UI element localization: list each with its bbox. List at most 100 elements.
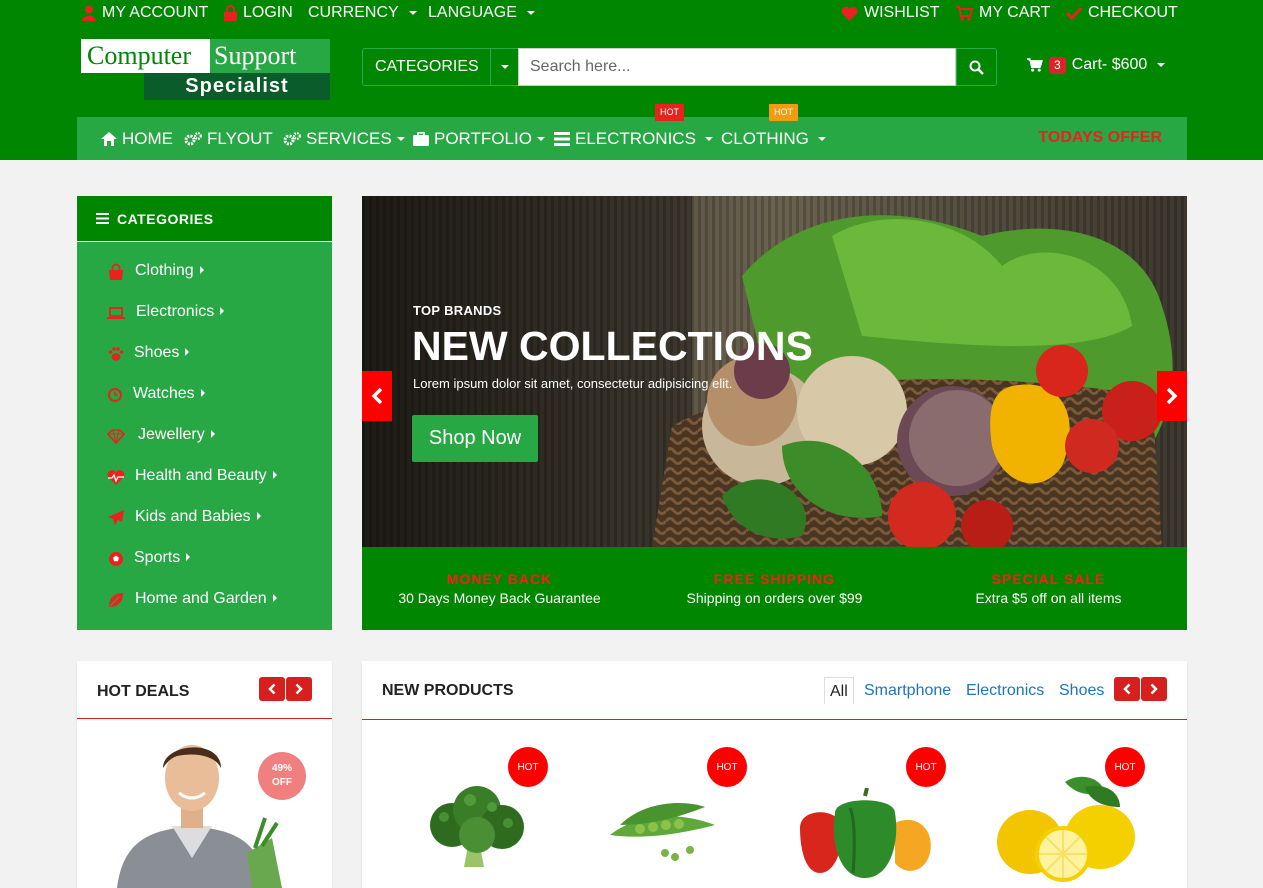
- my-cart-link[interactable]: MY CART: [956, 4, 1050, 22]
- slider-prev-button[interactable]: [362, 371, 392, 421]
- product-image-lemons[interactable]: [995, 772, 1140, 882]
- category-electronics[interactable]: Electronics: [77, 292, 332, 333]
- category-kids-and-babies[interactable]: Kids and Babies: [77, 497, 332, 538]
- hot-badge: HOT: [906, 747, 946, 787]
- caret-down-icon: [1157, 63, 1166, 67]
- cart-total: Cart- $600: [1071, 56, 1148, 73]
- list-icon: [96, 213, 109, 224]
- logo-word-specialist: Specialist: [144, 73, 330, 100]
- product-image-green-peas[interactable]: [605, 795, 720, 865]
- category-shoes[interactable]: Shoes: [77, 333, 332, 374]
- main-nav: HOME FLYOUT SERVICES PORTFOLIO ELECTRONI…: [77, 117, 1187, 160]
- cart-icon: [1027, 58, 1043, 72]
- divider: [77, 718, 332, 719]
- feature-money-back: MONEY BACK 30 Days Money Back Guarantee: [398, 571, 601, 606]
- caret-down-icon: [526, 11, 535, 15]
- site-logo[interactable]: Computer Support Specialist: [81, 39, 330, 101]
- product-image-broccoli[interactable]: [422, 785, 530, 870]
- vegetable-basket-image: [362, 196, 1187, 547]
- language-dropdown[interactable]: LANGUAGE: [428, 4, 535, 22]
- divider: [362, 719, 1187, 720]
- paw-icon: [108, 347, 124, 361]
- caret-down-icon: [408, 11, 417, 15]
- caret-down-icon: [536, 136, 545, 141]
- caret-right-icon: [199, 266, 204, 274]
- logo-word-computer: Computer: [81, 39, 208, 73]
- hero-subtitle: Lorem ipsum dolor sit amet, consectetur …: [413, 376, 733, 391]
- tab-shoes[interactable]: Shoes: [1059, 677, 1104, 704]
- category-dropdown-toggle[interactable]: [490, 49, 518, 85]
- category-home-and-garden[interactable]: Home and Garden: [77, 579, 332, 620]
- hot-deals-prev-button[interactable]: [259, 677, 285, 701]
- logo-word-support: Support: [208, 39, 330, 73]
- nav-item-services[interactable]: SERVICES: [283, 117, 405, 160]
- nav-item-flyout[interactable]: FLYOUT: [184, 117, 273, 160]
- caret-down-icon: [396, 136, 405, 141]
- caret-down-icon: [500, 65, 509, 69]
- hot-deals-next-button[interactable]: [286, 677, 312, 701]
- header-cart[interactable]: 3 Cart- $600: [1027, 56, 1166, 74]
- discount-badge: 49% OFF: [258, 752, 306, 800]
- category-watches[interactable]: Watches: [77, 374, 332, 415]
- nav-item-home[interactable]: HOME: [101, 117, 173, 160]
- hot-deals-title: HOT DEALS: [97, 683, 190, 700]
- chevron-left-icon: [268, 683, 276, 695]
- category-sports[interactable]: Sports: [77, 538, 332, 579]
- product-image-bell-peppers[interactable]: [795, 788, 935, 878]
- nav-item-electronics[interactable]: ELECTRONICS: [554, 117, 713, 160]
- feature-free-shipping: FREE SHIPPING Shipping on orders over $9…: [686, 571, 863, 606]
- search-button[interactable]: [956, 48, 997, 86]
- hot-badge: HOT: [508, 747, 548, 787]
- chevron-right-icon: [1166, 387, 1178, 405]
- caret-right-icon: [220, 307, 225, 315]
- category-jewellery[interactable]: Jewellery: [77, 415, 332, 456]
- nav-item-portfolio[interactable]: PORTFOLIO: [413, 117, 545, 160]
- new-products-title: NEW PRODUCTS: [382, 682, 514, 699]
- tab-all[interactable]: All: [824, 677, 854, 704]
- bag-icon: [109, 263, 123, 280]
- currency-dropdown[interactable]: CURRENCY: [308, 4, 417, 22]
- caret-right-icon: [272, 594, 277, 602]
- soccer-ball-icon: [109, 552, 123, 566]
- gears-icon: [283, 131, 301, 145]
- new-products-prev-button[interactable]: [1114, 677, 1140, 701]
- caret-right-icon: [186, 553, 191, 561]
- briefcase-icon: [413, 131, 429, 146]
- heart-icon: [841, 6, 858, 21]
- diamond-icon: [107, 429, 125, 445]
- caret-down-icon: [704, 136, 713, 141]
- caret-right-icon: [185, 348, 190, 356]
- chevron-right-icon: [295, 683, 303, 695]
- tab-smartphone[interactable]: Smartphone: [864, 677, 951, 704]
- my-account-link[interactable]: MY ACCOUNT: [82, 4, 208, 22]
- lock-icon: [224, 5, 237, 21]
- heartbeat-icon: [107, 470, 125, 485]
- shop-now-button[interactable]: Shop Now: [412, 415, 538, 462]
- search-input[interactable]: [518, 48, 956, 86]
- hot-badge: HOT: [769, 104, 798, 121]
- caret-right-icon: [210, 430, 215, 438]
- clock-icon: [108, 388, 122, 402]
- home-icon: [101, 131, 117, 146]
- wishlist-link[interactable]: WISHLIST: [841, 4, 940, 22]
- todays-offer-link[interactable]: TODAYS OFFER: [1038, 129, 1162, 147]
- categories-sidebar: CATEGORIES Clothing Electronics Shoes Wa…: [77, 196, 332, 630]
- nav-item-clothing[interactable]: CLOTHING: [721, 117, 826, 160]
- checkout-link[interactable]: CHECKOUT: [1066, 4, 1178, 22]
- category-clothing[interactable]: Clothing: [77, 251, 332, 292]
- slider-next-button[interactable]: [1157, 371, 1187, 421]
- paper-plane-icon: [108, 510, 124, 525]
- chevron-left-icon: [1123, 683, 1131, 695]
- check-icon: [1066, 6, 1082, 20]
- cart-count-badge: 3: [1049, 56, 1066, 74]
- hero-slider[interactable]: TOP BRANDS NEW COLLECTIONS Lorem ipsum d…: [362, 196, 1187, 547]
- caret-right-icon: [256, 512, 261, 520]
- hero-title: NEW COLLECTIONS: [412, 323, 813, 369]
- tab-electronics[interactable]: Electronics: [966, 677, 1044, 704]
- hero-kicker: TOP BRANDS: [413, 303, 502, 318]
- new-products-next-button[interactable]: [1141, 677, 1167, 701]
- search-category-select[interactable]: CATEGORIES: [362, 48, 519, 86]
- category-health-and-beauty[interactable]: Health and Beauty: [77, 456, 332, 497]
- login-link[interactable]: LOGIN: [224, 4, 293, 22]
- user-icon: [82, 5, 96, 21]
